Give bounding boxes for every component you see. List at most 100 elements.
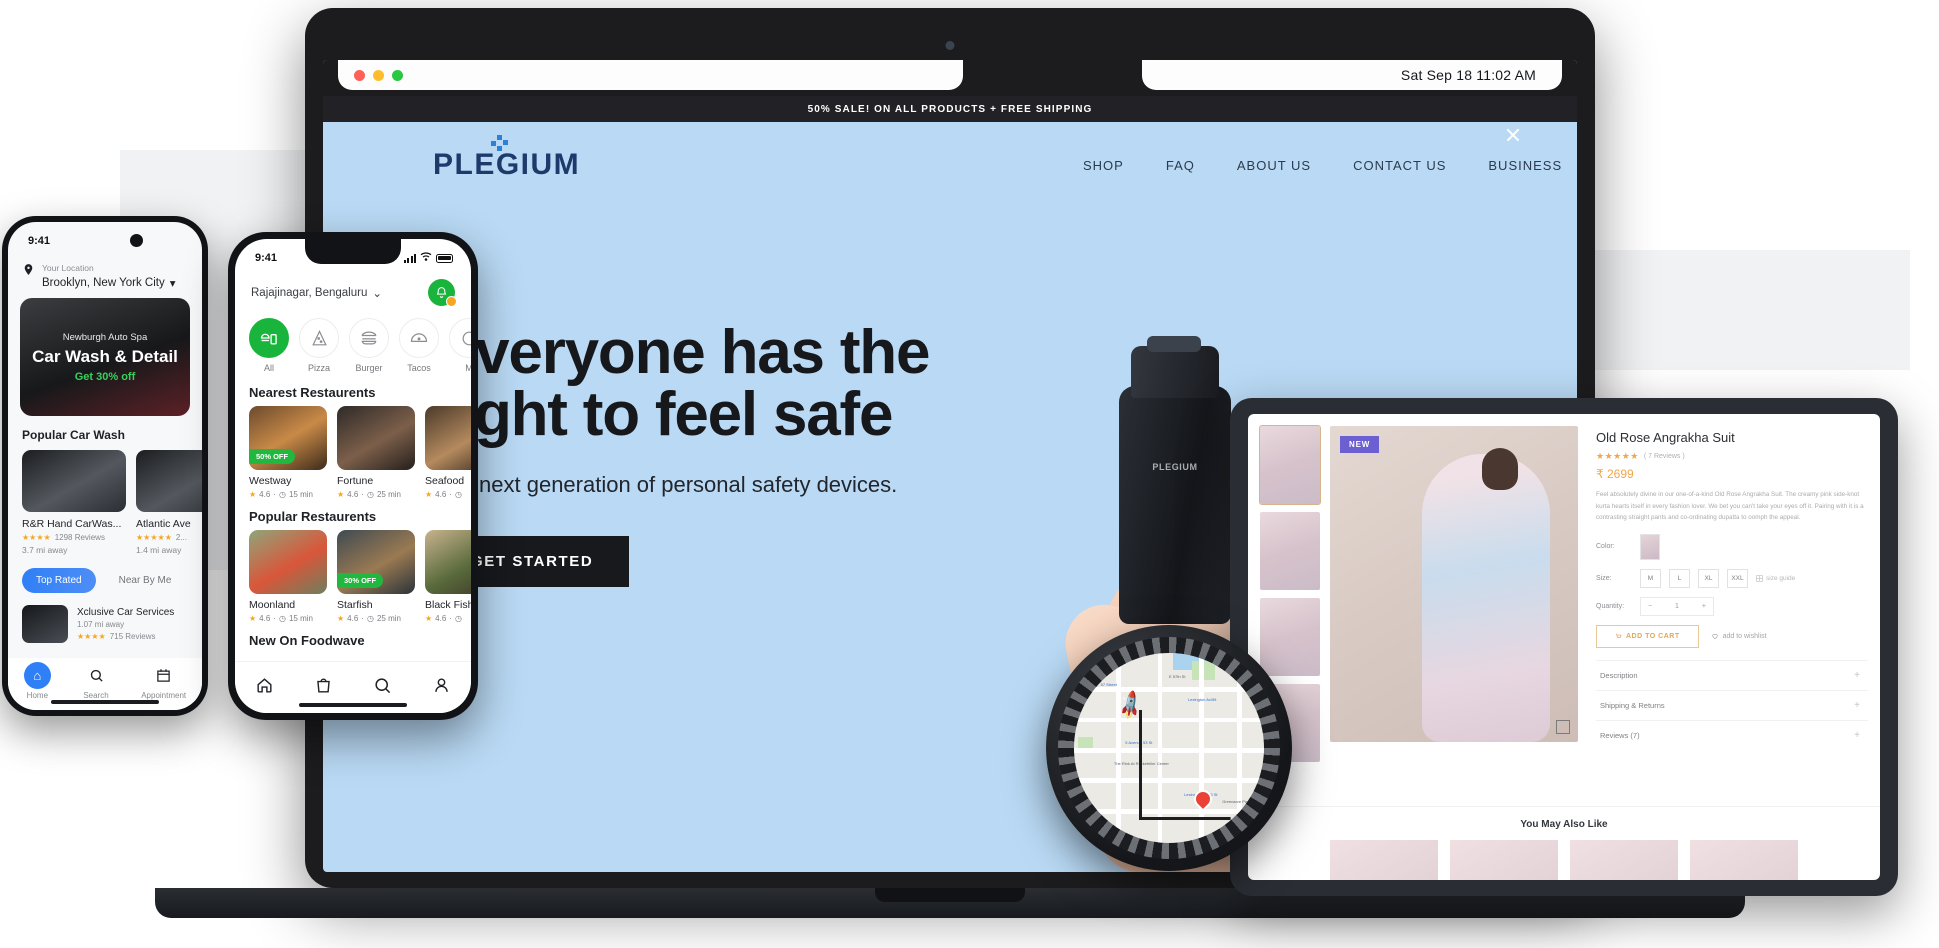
restaurant-rating: 4.6: [435, 490, 447, 499]
safety-device-label: PLEGIUM: [1152, 462, 1198, 472]
tab-search[interactable]: Search: [83, 662, 110, 700]
accordion-reviews[interactable]: Reviews (7) +: [1596, 719, 1868, 750]
filter-chip-more[interactable]: L: [194, 568, 202, 593]
filter-chip-near-by-me[interactable]: Near By Me: [105, 568, 186, 593]
offer-badge: 30% OFF: [337, 573, 384, 588]
expand-plus-icon[interactable]: +: [1854, 670, 1860, 681]
restaurant-card[interactable]: Seafood ★ 4.6 · ◷: [425, 406, 471, 499]
nav-item-business[interactable]: BUSINESS: [1488, 158, 1562, 173]
filter-chip-top-rated[interactable]: Top Rated: [22, 568, 96, 593]
add-to-cart-button[interactable]: ADD TO CART: [1596, 624, 1699, 648]
location-selector[interactable]: Your Location Brooklyn, New York City ▾: [8, 254, 202, 298]
car-wash-image: [136, 450, 202, 512]
nav-item-contact-us[interactable]: CONTACT US: [1353, 158, 1446, 173]
grid-icon: [1756, 575, 1763, 582]
safety-device-body: [1119, 386, 1231, 624]
size-option-m[interactable]: M: [1640, 568, 1661, 588]
category-all[interactable]: All: [249, 318, 289, 373]
expand-plus-icon[interactable]: +: [1854, 700, 1860, 711]
site-navbar: PLEGIUM SHOP FAQ ABOUT US CONTACT US BUS…: [323, 122, 1577, 208]
color-swatch[interactable]: [1640, 533, 1660, 560]
map-view[interactable]: 57 Street Lexington Av/59 5 Avenue 53 St…: [1074, 653, 1264, 843]
browser-tab-left[interactable]: [338, 60, 963, 90]
tab-profile[interactable]: [432, 676, 451, 700]
expand-icon[interactable]: [1556, 720, 1570, 734]
restaurant-time: 25 min: [376, 490, 401, 499]
add-to-wishlist-button[interactable]: add to wishlist: [1711, 632, 1767, 640]
star-icon: ★: [249, 490, 257, 499]
tab-appointment[interactable]: Appointment: [141, 662, 186, 700]
location-selector[interactable]: Rajajinagar, Bengaluru ⌄: [251, 286, 382, 300]
heart-icon: [1711, 634, 1718, 640]
accordion-shipping-returns[interactable]: Shipping & Returns +: [1596, 689, 1868, 720]
star-icon: ★: [425, 614, 433, 623]
car-wash-card[interactable]: Atlantic Ave ★★★★★ 2... 1.4 mi away: [136, 450, 202, 555]
expand-plus-icon[interactable]: +: [1854, 730, 1860, 741]
also-like-card[interactable]: [1690, 840, 1798, 880]
maximize-window-dot[interactable]: [392, 69, 403, 81]
car-wash-card[interactable]: R&R Hand CarWas... ★★★★ 1298 Reviews 3.7…: [22, 450, 126, 555]
close-icon[interactable]: [1505, 127, 1521, 143]
category-tacos[interactable]: Tacos: [399, 318, 439, 373]
notifications-button[interactable]: [428, 279, 457, 307]
list-item[interactable]: Xclusive Car Services 1.07 mi away ★★★★ …: [8, 599, 202, 649]
size-option-l[interactable]: L: [1669, 568, 1690, 588]
restaurant-image: 50% OFF: [249, 406, 327, 470]
tab-orders[interactable]: [314, 676, 333, 700]
watch-screen[interactable]: 57 Street Lexington Av/59 5 Avenue 53 St…: [1074, 653, 1264, 843]
restaurant-card[interactable]: Fortune ★ 4.6 · ◷ 25 min: [337, 406, 415, 499]
restaurant-card[interactable]: Black Fish ★ 4.6 · ◷: [425, 530, 471, 623]
also-like-card[interactable]: [1450, 840, 1558, 880]
tab-home[interactable]: [255, 676, 274, 700]
promo-provider: Newburgh Auto Spa: [62, 331, 148, 343]
nav-item-faq[interactable]: FAQ: [1166, 158, 1195, 173]
size-guide-link[interactable]: size guide: [1756, 575, 1795, 582]
accordion-description[interactable]: Description +: [1596, 659, 1868, 690]
category-pizza[interactable]: Pizza: [299, 318, 339, 373]
hero-headline-line2: right to feel safe: [435, 380, 893, 449]
list-item-title: Xclusive Car Services: [77, 607, 175, 618]
popular-restaurants-heading: Popular Restaurents: [249, 509, 377, 524]
quantity-increase[interactable]: +: [1702, 603, 1706, 610]
product-thumbnail[interactable]: [1260, 512, 1320, 590]
nav-item-shop[interactable]: SHOP: [1083, 158, 1124, 173]
size-option-xl[interactable]: XL: [1698, 568, 1719, 588]
product-rating: ★★★★★ ( 7 Reviews ): [1596, 451, 1868, 462]
also-like-card[interactable]: [1570, 840, 1678, 880]
quantity-stepper[interactable]: − 1 +: [1640, 596, 1714, 616]
laptop-base-notch: [875, 888, 1025, 902]
background-panel: [1580, 250, 1910, 370]
location-value: Brooklyn, New York City ▾: [42, 276, 176, 290]
signal-icon: [403, 253, 416, 263]
chevron-down-icon[interactable]: ▾: [170, 276, 176, 290]
size-guide-label: size guide: [1766, 574, 1796, 582]
brand-logo[interactable]: PLEGIUM: [433, 135, 580, 182]
restaurant-card[interactable]: 50% OFF Westway ★ 4.6 · ◷ 15 min: [249, 406, 327, 499]
restaurant-card[interactable]: 30% OFF Starfish ★ 4.6 · ◷ 25 min: [337, 530, 415, 623]
product-thumbnail[interactable]: [1259, 425, 1321, 505]
rating-stars: ★★★★: [22, 533, 51, 542]
promo-banner[interactable]: Newburgh Auto Spa Car Wash & Detail Get …: [20, 298, 190, 416]
restaurant-card[interactable]: Moonland ★ 4.6 · ◷ 15 min: [249, 530, 327, 623]
close-window-dot[interactable]: [354, 69, 365, 81]
quantity-decrease[interactable]: −: [1648, 603, 1652, 610]
orders-icon: [317, 677, 330, 693]
category-more[interactable]: M: [449, 318, 471, 373]
nav-item-about-us[interactable]: ABOUT US: [1237, 158, 1311, 173]
restaurant-image: [337, 406, 415, 470]
product-main-image[interactable]: NEW: [1330, 426, 1578, 742]
home-indicator: [51, 700, 159, 704]
tab-search[interactable]: [373, 676, 392, 700]
rating-stars: ★★★★: [77, 632, 106, 641]
tab-home[interactable]: ⌂ Home: [23, 662, 51, 700]
minimize-window-dot[interactable]: [373, 69, 384, 81]
status-bar: 9:41: [8, 222, 202, 254]
size-option-xxl[interactable]: XXL: [1727, 568, 1748, 588]
also-like-card[interactable]: [1330, 840, 1438, 880]
restaurant-rating: 4.6: [347, 614, 359, 623]
map-label: E 57th St: [1169, 673, 1186, 679]
tab-label: Search: [83, 691, 109, 700]
car-wash-phone: 9:41 Your Location Brooklyn, New York Ci…: [2, 216, 208, 716]
category-burger[interactable]: Burger: [349, 318, 389, 373]
chevron-down-icon[interactable]: ⌄: [372, 286, 382, 300]
